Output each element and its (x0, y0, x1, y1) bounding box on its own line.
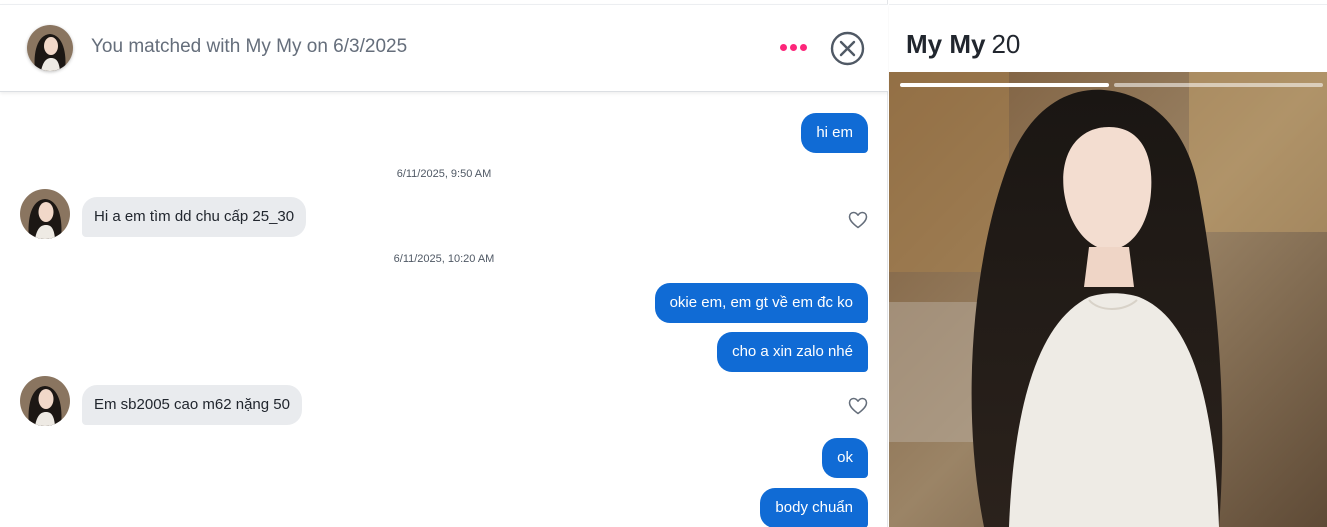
message-outgoing[interactable]: hi em (801, 113, 868, 153)
photo-indicator-2[interactable] (1114, 83, 1323, 87)
message-incoming[interactable]: Hi a em tìm dd chu cấp 25_30 (82, 197, 307, 237)
more-dots-icon (779, 43, 787, 51)
message-outgoing[interactable]: ok (822, 438, 868, 478)
match-info-text: You matched with My My on 6/3/2025 (91, 36, 408, 57)
like-message-button[interactable] (848, 211, 868, 229)
message-outgoing[interactable]: cho a xin zalo nhé (717, 332, 868, 372)
message-outgoing[interactable]: okie em, em gt về em đc ko (654, 283, 868, 323)
profile-age: 20 (991, 29, 1021, 59)
message-timestamp: 6/11/2025, 10:20 AM (393, 253, 495, 265)
message-timestamp: 6/11/2025, 9:50 AM (396, 168, 492, 180)
more-options-button[interactable] (778, 35, 808, 59)
profile-name: My My (906, 29, 986, 59)
message-incoming[interactable]: Em sb2005 cao m62 nặng 50 (82, 385, 302, 425)
sender-avatar[interactable] (20, 376, 70, 426)
sender-avatar[interactable] (20, 189, 70, 239)
photo-indicator-1[interactable] (900, 83, 1109, 87)
message-list[interactable]: hi em 6/11/2025, 9:50 AM Hi a em tìm dd … (0, 93, 888, 527)
profile-photo[interactable] (889, 72, 1327, 527)
close-chat-button[interactable] (830, 31, 865, 66)
match-avatar[interactable] (27, 25, 73, 71)
chat-panel: You matched with My My on 6/3/2025 hi em… (0, 0, 888, 527)
profile-header: My My 20 (889, 4, 1327, 72)
close-circle-icon (830, 31, 865, 66)
profile-panel: My My 20 (889, 0, 1327, 527)
like-message-button[interactable] (848, 397, 868, 415)
profile-name-age: My My 20 (906, 29, 1020, 60)
heart-icon (848, 397, 868, 415)
heart-icon (848, 211, 868, 229)
profile-photo-image (889, 72, 1327, 527)
chat-header: You matched with My My on 6/3/2025 (0, 4, 888, 92)
message-outgoing[interactable]: body chuẩn (760, 488, 868, 527)
